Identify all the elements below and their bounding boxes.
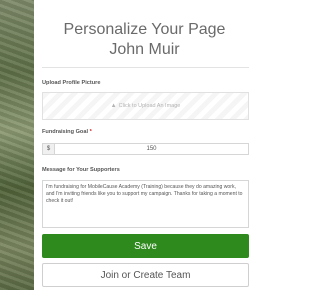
page-title: Personalize Your Page John Muir bbox=[34, 20, 255, 60]
currency-addon: $ bbox=[43, 144, 55, 154]
upload-label: Upload Profile Picture bbox=[42, 80, 101, 86]
page-title-line1: Personalize Your Page bbox=[63, 21, 226, 38]
page-title-line2: John Muir bbox=[109, 41, 180, 58]
fundraising-goal-field[interactable]: $ 150 bbox=[42, 143, 249, 155]
goal-label: Fundraising Goal * bbox=[42, 129, 92, 135]
save-button[interactable]: Save bbox=[42, 234, 249, 258]
join-create-team-button[interactable]: Join or Create Team bbox=[42, 263, 249, 287]
required-marker: * bbox=[89, 129, 92, 135]
goal-label-text: Fundraising Goal bbox=[42, 129, 88, 135]
background-photo bbox=[0, 0, 34, 290]
goal-amount-input[interactable]: 150 bbox=[55, 146, 248, 152]
personalize-form-panel: Personalize Your Page John Muir Upload P… bbox=[34, 0, 255, 290]
upload-icon: ▲ bbox=[110, 103, 117, 109]
upload-text: Click to Upload An Image bbox=[118, 103, 181, 109]
supporter-message-textarea[interactable]: I'm fundraising for MobileCause Academy … bbox=[42, 180, 249, 228]
message-label: Message for Your Supporters bbox=[42, 167, 120, 173]
upload-image-dropzone[interactable]: ▲ Click to Upload An Image bbox=[42, 92, 249, 120]
title-divider bbox=[42, 67, 249, 68]
